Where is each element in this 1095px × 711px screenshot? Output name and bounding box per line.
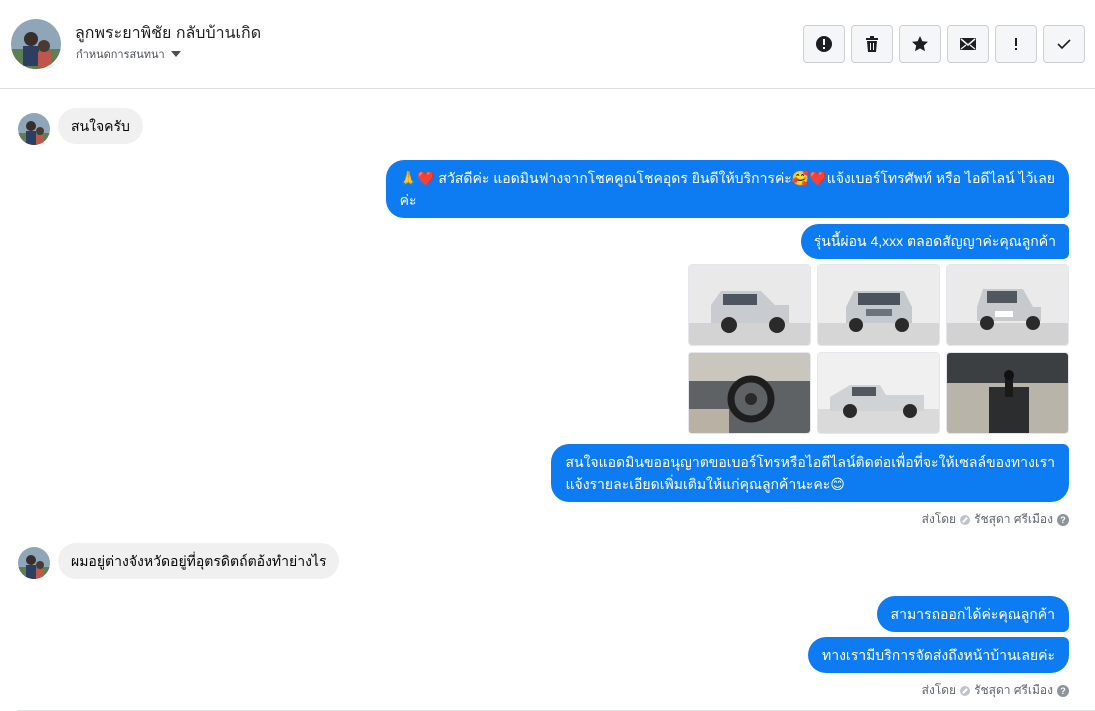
caret-down-icon xyxy=(170,51,181,57)
photo-thumbnail[interactable] xyxy=(688,352,811,434)
sent-by-name[interactable]: รัชสุดา ศรีเมือง xyxy=(974,510,1053,529)
photo-thumbnail[interactable] xyxy=(817,264,940,346)
sent-by-prefix: ส่งโดย xyxy=(921,512,957,526)
star-button[interactable] xyxy=(899,25,941,63)
message-line: สนใจแอดมินขออนุญาตขอเบอร์โทรหรือไอดีไลน์… xyxy=(565,454,1055,470)
toolbar xyxy=(803,25,1085,63)
report-button[interactable] xyxy=(803,25,845,63)
follow-up-button[interactable] xyxy=(995,25,1037,63)
outgoing-message: ทางเรามีบริการจัดส่งถึงหน้าบ้านเลยค่ะ xyxy=(807,637,1069,673)
conversation-assign-dropdown[interactable]: กำหนดการสนทนา xyxy=(76,45,181,63)
incoming-message: ผมอยู่ต่างจังหวัดอยู่ที่อุตรดิตถ์ตอ้งทำย… xyxy=(58,543,340,579)
trash-icon xyxy=(866,36,878,52)
help-icon[interactable]: ? xyxy=(1057,684,1069,697)
sent-by-name[interactable]: รัชสุดา ศรีเมือง xyxy=(974,681,1053,700)
sent-by-label: ส่งโดย รัชสุดา ศรีเมือง ? xyxy=(922,681,1069,700)
done-button[interactable] xyxy=(1043,25,1085,63)
contact-avatar[interactable] xyxy=(11,19,61,69)
sent-by-prefix: ส่งโดย xyxy=(921,683,957,697)
sender-avatar[interactable] xyxy=(18,547,50,579)
contact-name[interactable]: ลูกพระยาพิชัย กลับบ้านเกิด xyxy=(75,21,261,46)
outgoing-message: สนใจแอดมินขออนุญาตขอเบอร์โทรหรือไอดีไลน์… xyxy=(551,444,1069,502)
envelope-icon xyxy=(960,38,976,50)
delete-button[interactable] xyxy=(851,25,893,63)
message-line: แจ้งรายละเอียดเพิ่มเติมให้แก่คุณลูกค้านะ… xyxy=(565,476,845,492)
sender-avatar[interactable] xyxy=(18,113,50,145)
sent-by-label: ส่งโดย รัชสุดา ศรีเมือง ? xyxy=(922,510,1069,529)
message-line: 🙏❤️ สวัสดีค่ะ แอดมินฟางจากโชคคูณโชคอุดร … xyxy=(399,170,1055,186)
assign-label: กำหนดการสนทนา xyxy=(76,49,165,61)
outgoing-message: 🙏❤️ สวัสดีค่ะ แอดมินฟางจากโชคคูณโชคอุดร … xyxy=(385,160,1069,218)
outgoing-message: รุ่นนี้ผ่อน 4,xxx ตลอดสัญญาค่ะคุณลูกค้า xyxy=(800,224,1069,259)
message-line: ค่ะ xyxy=(399,192,417,208)
conversation-header: ลูกพระยาพิชัย กลับบ้านเกิด กำหนดการสนทนา xyxy=(0,0,1095,89)
help-icon[interactable]: ? xyxy=(1057,513,1069,526)
verified-icon xyxy=(960,514,971,525)
verified-icon xyxy=(960,685,971,696)
photo-thumbnail[interactable] xyxy=(946,352,1069,434)
photo-attachment-grid xyxy=(688,264,1069,434)
exclamation-icon xyxy=(1015,38,1017,50)
star-icon xyxy=(912,36,928,52)
photo-thumbnail[interactable] xyxy=(688,264,811,346)
outgoing-message: สามารถออกได้ค่ะคุณลูกค้า xyxy=(876,596,1069,632)
alert-circle-icon xyxy=(816,36,832,52)
photo-thumbnail[interactable] xyxy=(946,264,1069,346)
incoming-message: สนใจครับ xyxy=(58,108,143,144)
mark-unread-button[interactable] xyxy=(947,25,989,63)
photo-thumbnail[interactable] xyxy=(817,352,940,434)
check-icon xyxy=(1057,39,1071,50)
